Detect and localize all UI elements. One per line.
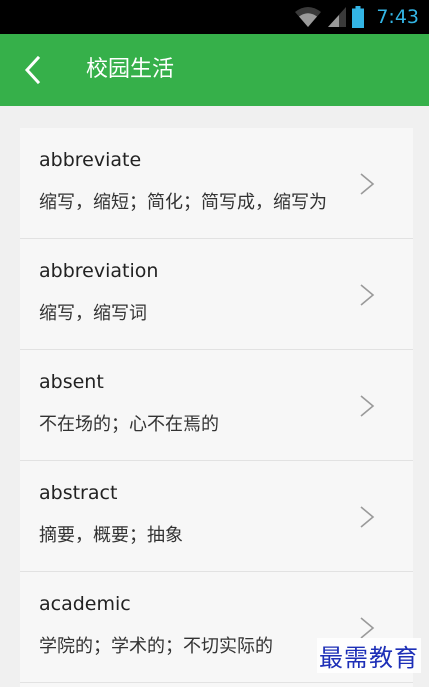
- signal-icon: [328, 7, 347, 27]
- status-time: 7:43: [376, 6, 419, 28]
- meaning-text: 学院的；学术的；不切实际的: [39, 636, 273, 657]
- status-bar: 7:43: [0, 0, 429, 34]
- word-text: academic: [39, 593, 131, 615]
- meaning-text: 缩写，缩写词: [39, 303, 147, 324]
- wifi-icon: [295, 7, 322, 27]
- app-bar: 校园生活: [0, 34, 429, 106]
- battery-icon: [352, 6, 365, 28]
- watermark-logo: 最需教育: [317, 638, 421, 673]
- meaning-text: 摘要，概要；抽象: [39, 525, 183, 546]
- back-button[interactable]: [10, 48, 54, 92]
- list-item[interactable]: abbreviate 缩写，缩短；简化；简写成，缩写为: [20, 128, 413, 239]
- chevron-right-icon: [360, 506, 375, 528]
- chevron-right-icon: [360, 395, 375, 417]
- chevron-right-icon: [360, 617, 375, 639]
- meaning-text: 不在场的；心不在焉的: [39, 414, 219, 435]
- chevron-right-icon: [360, 173, 375, 195]
- word-list: abbreviate 缩写，缩短；简化；简写成，缩写为 abbreviation…: [20, 128, 413, 687]
- meaning-text: 缩写，缩短；简化；简写成，缩写为: [39, 192, 327, 213]
- page-title: 校园生活: [86, 57, 175, 82]
- word-text: abbreviation: [39, 260, 159, 282]
- chevron-left-icon: [24, 56, 41, 84]
- chevron-right-icon: [360, 284, 375, 306]
- word-text: abstract: [39, 482, 118, 504]
- list-item[interactable]: absent 不在场的；心不在焉的: [20, 350, 413, 461]
- list-item[interactable]: abbreviation 缩写，缩写词: [20, 239, 413, 350]
- list-item[interactable]: abstract 摘要，概要；抽象: [20, 461, 413, 572]
- word-text: absent: [39, 371, 104, 393]
- word-text: abbreviate: [39, 149, 142, 171]
- status-icons: 7:43: [294, 4, 419, 30]
